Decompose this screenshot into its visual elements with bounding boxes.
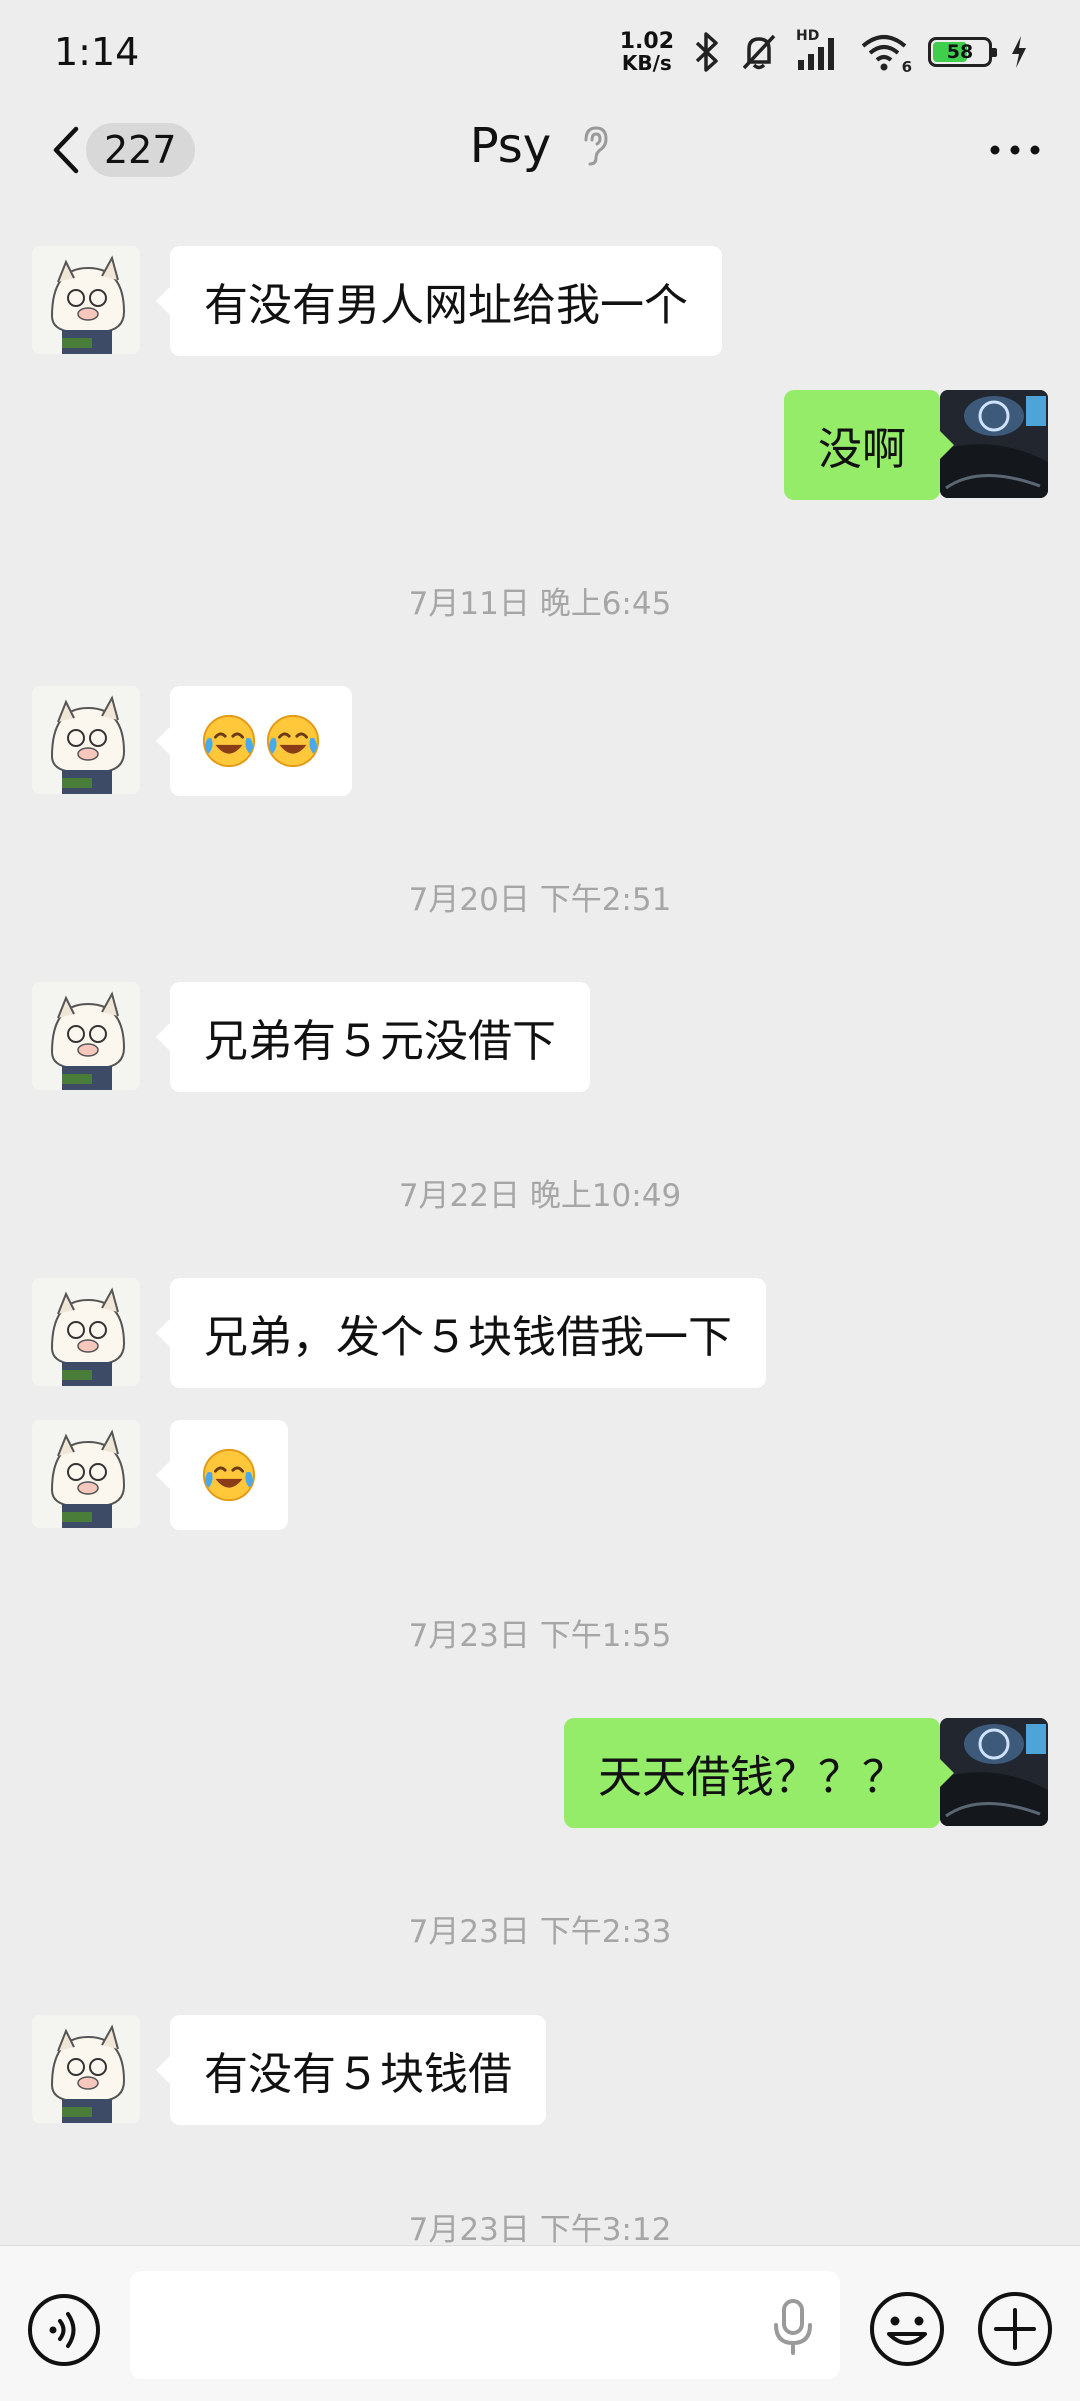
message-bubble[interactable]: 天天借钱？？？ (564, 1718, 954, 1828)
battery-percent: 58 (946, 41, 974, 63)
more-dots-icon (990, 145, 1040, 155)
message-row: 兄弟，发个５块钱借我一下 (0, 1278, 1080, 1388)
emoji-message-bubble[interactable] (156, 1420, 288, 1530)
mute-bell-icon (742, 34, 776, 70)
message-row (0, 1420, 1080, 1530)
message-row: 兄弟有５元没借下 (0, 982, 1080, 1092)
message-row: 有没有５块钱借 (0, 2015, 1080, 2125)
my-avatar[interactable] (940, 1718, 1048, 1826)
timestamp: 7月22日 晚上10:49 (398, 1178, 682, 1214)
chat-title: Psy (469, 118, 552, 174)
message-bubble[interactable]: 有没有男人网址给我一个 (156, 246, 722, 356)
message-list[interactable]: 有没有男人网址给我一个 没啊 7月11日 晚上6:45 7月20日 下午2:51 兄弟有… (0, 210, 1080, 2245)
input-bar (0, 2245, 1080, 2401)
more-options-button[interactable] (980, 120, 1050, 180)
contact-avatar[interactable] (32, 1420, 140, 1528)
cell-signal-icon: HD (796, 28, 842, 72)
contact-avatar[interactable] (32, 982, 140, 1090)
contact-avatar[interactable] (32, 686, 140, 794)
message-bubble[interactable]: 兄弟，发个５块钱借我一下 (156, 1278, 766, 1388)
message-bubble[interactable]: 兄弟有５元没借下 (156, 982, 590, 1092)
message-input[interactable] (130, 2271, 840, 2379)
chat-header: 227 Psy (0, 100, 1080, 210)
timestamp: 7月23日 下午2:33 (408, 1914, 672, 1950)
voice-mode-icon[interactable] (26, 2292, 102, 2368)
contact-avatar[interactable] (32, 1278, 140, 1386)
status-icons: 1.02 KB/s HD 6 58 (620, 28, 1028, 76)
contact-avatar[interactable] (32, 2015, 140, 2123)
battery-icon: 58 (928, 37, 997, 67)
message-row: 天天借钱？？？ (0, 1718, 1080, 1828)
emoji-message-bubble[interactable] (156, 686, 352, 796)
message-row: 有没有男人网址给我一个 (0, 246, 1080, 356)
bluetooth-icon (695, 32, 718, 72)
wifi-icon: 6 (860, 32, 912, 76)
message-bubble[interactable]: 没啊 (784, 390, 954, 500)
emoji-icon[interactable] (868, 2290, 946, 2368)
status-bar: 1:14 1.02 KB/s HD 6 58 (0, 0, 1080, 100)
timestamp: 7月11日 晚上6:45 (408, 586, 672, 622)
status-time: 1:14 (54, 30, 140, 74)
network-speed-value: 1.02 (619, 29, 674, 54)
chat-title-wrap: Psy (0, 118, 1080, 174)
wifi-label: 6 (901, 58, 912, 76)
face-with-tears-of-joy-icon (266, 714, 320, 768)
network-speed-unit: KB/s (621, 51, 672, 75)
charging-icon (1012, 36, 1026, 68)
contact-avatar[interactable] (32, 246, 140, 354)
message-bubble[interactable]: 有没有５块钱借 (156, 2015, 546, 2125)
timestamp: 7月20日 下午2:51 (408, 882, 672, 918)
face-with-tears-of-joy-icon (202, 1448, 256, 1502)
message-row (0, 686, 1080, 796)
timestamp: 7月23日 下午1:55 (408, 1618, 672, 1654)
timestamp: 7月23日 下午3:12 (408, 2212, 672, 2245)
ear-icon (584, 126, 608, 166)
microphone-icon[interactable] (770, 2297, 816, 2357)
network-speed: 1.02 KB/s (619, 29, 674, 75)
face-with-tears-of-joy-icon (202, 714, 256, 768)
my-avatar[interactable] (940, 390, 1048, 498)
message-row: 没啊 (0, 390, 1080, 500)
plus-icon[interactable] (976, 2290, 1054, 2368)
